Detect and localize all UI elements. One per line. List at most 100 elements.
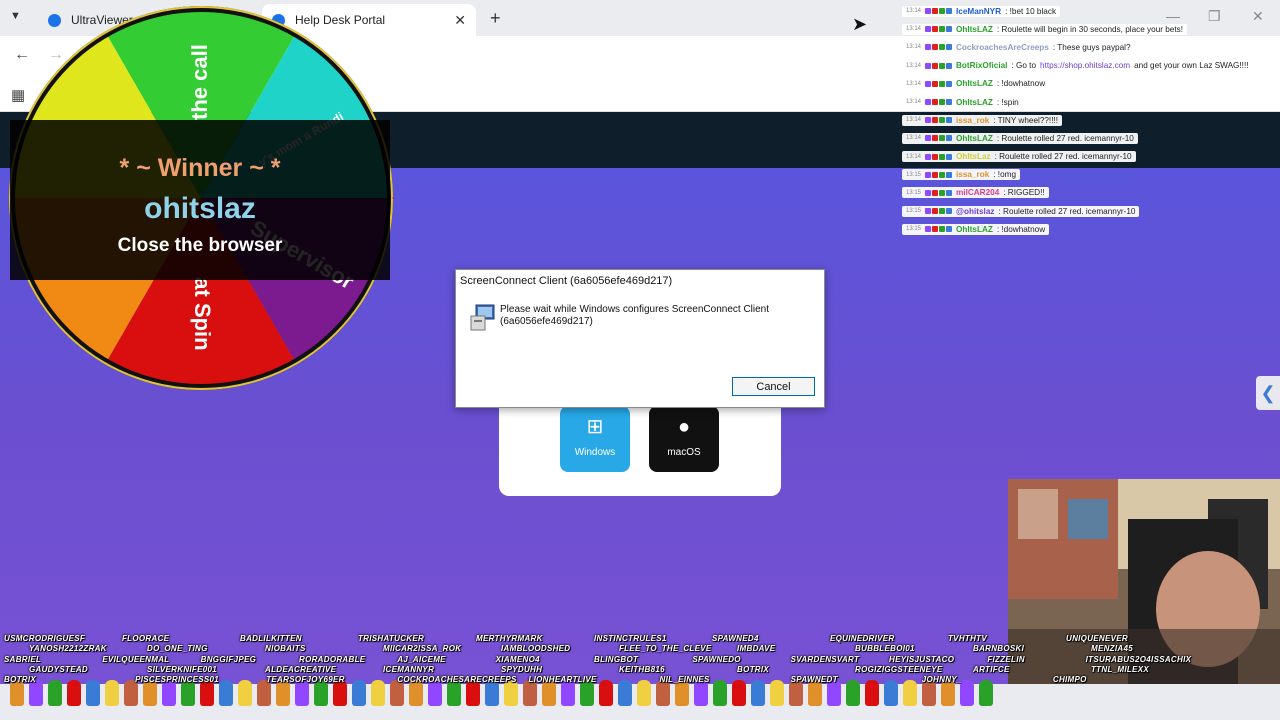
chat-username[interactable]: OhItsLAZ: [956, 25, 993, 34]
chat-text: : TINY wheel??!!!!: [993, 115, 1059, 125]
viewer-name: TTNL_MILEXX: [1091, 664, 1149, 674]
chat-message: 13:14 BotRixOficial: Go to https://shop.o…: [902, 57, 1272, 75]
chat-timestamp: 13:14: [906, 99, 922, 106]
winner-panel: * ~ Winner ~ * ohitslaz Close the browse…: [10, 120, 390, 280]
chat-username[interactable]: OhItsLAZ: [956, 98, 993, 107]
viewer-name: PISCESPRINCESS01: [135, 675, 220, 685]
chat-timestamp: 13:14: [906, 117, 922, 124]
chat-message: 13:15 issa_rok: !omg: [902, 166, 1272, 184]
viewer-name: MENZIA45: [1091, 644, 1133, 654]
chat-timestamp: 13:14: [906, 26, 922, 33]
dialog-title: ScreenConnect Client (6a6056efe469d217): [460, 275, 673, 287]
chat-badges-icon: [925, 208, 953, 215]
chat-text: : These guys paypal?: [1052, 42, 1131, 52]
viewer-name: FLEE_TO_THE_CLEVE: [619, 644, 712, 654]
chat-badges-icon: [925, 62, 953, 69]
chat-username[interactable]: @ohitslaz: [956, 207, 994, 216]
viewer-name: JOHNNY_: [921, 675, 962, 685]
chat-timestamp: 13:14: [906, 62, 922, 69]
chat-badges-icon: [925, 171, 953, 178]
chat-message: 13:14 issa_rok : TINY wheel??!!!!: [902, 111, 1272, 129]
chat-timestamp: 13:14: [906, 153, 922, 160]
chat-username[interactable]: issa_rok: [956, 170, 989, 179]
chat-badges-icon: [925, 153, 953, 160]
viewer-name: SPAWNEDO: [692, 654, 741, 664]
chat-message: 13:14 OhItsLAZ: Roulette will begin in 30…: [902, 20, 1272, 38]
viewer-name: MIICAR2ISSA_ROK: [383, 644, 462, 654]
viewer-name: XIAMENO4: [495, 654, 540, 664]
chat-timestamp: 13:15: [906, 189, 922, 196]
viewer-name: COCKROACHESARECREEPS: [397, 675, 517, 685]
chat-badges-icon: [925, 189, 953, 196]
side-panel-chevron-icon[interactable]: ❮: [1256, 376, 1280, 410]
chat-timestamp: 13:15: [906, 208, 922, 215]
chat-timestamp: 13:14: [906, 135, 922, 142]
viewer-name: IMBDAVE: [737, 644, 776, 654]
cancel-button[interactable]: Cancel: [732, 377, 815, 396]
viewer-name: EVILQUEENMAL: [102, 654, 170, 664]
chat-message: 13:15 OhItsLAZ: !dowhatnow: [902, 220, 1272, 238]
chat-username[interactable]: issa_rok: [956, 116, 989, 125]
winner-label: * ~ Winner ~ *: [119, 154, 281, 182]
viewer-name: EQUINEDRIVER: [830, 634, 895, 643]
viewer-name: IAMBLOODSHED: [501, 644, 571, 654]
chat-username[interactable]: OhItsLaz: [956, 152, 991, 161]
chat-text: : !dowhatnow: [996, 79, 1046, 89]
installer-icon: [470, 304, 495, 331]
viewer-name: BNGGIFJPEG: [200, 654, 257, 664]
chat-text: : Roulette rolled 27 red. icemannyr-10: [994, 152, 1132, 162]
chat-badges-icon: [925, 26, 953, 33]
chat-badges-icon: [925, 135, 953, 142]
chat-link[interactable]: https://shop.ohitslaz.com: [1040, 61, 1130, 70]
chat-text: : Roulette rolled 27 red. icemannyr-10: [998, 206, 1136, 216]
chat-username[interactable]: BotRixOficial: [956, 61, 1007, 70]
chat-text: : Roulette rolled 27 red. icemannyr-10: [996, 133, 1134, 143]
viewer-name: SABRIEL: [4, 654, 42, 664]
viewer-name: LIONHEARTLIVE: [528, 675, 597, 685]
viewer-name: UNIQUENEVER: [1066, 634, 1128, 643]
viewer-name: YANOSH2212ZRAK: [29, 644, 107, 654]
viewer-name: ARTIFCE: [973, 664, 1010, 674]
viewer-name: HEYISJUSTACO: [889, 654, 955, 664]
os-label: Windows: [574, 447, 616, 458]
viewer-name: ALDEACREATIVE: [265, 664, 337, 674]
chat-message: 13:15 @ohitslaz : Roulette rolled 27 red. …: [902, 202, 1272, 220]
macos-download-button[interactable]: ● macOS: [649, 406, 719, 472]
chat-timestamp: 13:14: [906, 8, 922, 15]
chat-message: 13:14 OhItsLaz: Roulette rolled 27 red. i…: [902, 148, 1272, 166]
winner-prize: Close the browser: [117, 235, 283, 256]
chat-username[interactable]: milCAR204: [956, 188, 999, 197]
viewer-name: TEARSOFJOY69ER: [266, 675, 345, 685]
os-download-card: ⊞ Windows ● macOS: [499, 396, 781, 496]
chat-timestamp: 13:14: [906, 44, 922, 51]
apple-icon: ●: [677, 416, 691, 438]
chat-badges-icon: [925, 99, 953, 106]
chat-badges-icon: [925, 8, 953, 15]
winner-name: ohitslaz: [144, 192, 256, 225]
chat-username[interactable]: OhItsLAZ: [956, 79, 993, 88]
chat-timestamp: 13:15: [906, 226, 922, 233]
wheel-segment-label: at Spin: [190, 277, 215, 350]
chat-text: and get your own Laz SWAG!!!!: [1134, 61, 1249, 71]
new-tab-button[interactable]: +: [490, 8, 501, 29]
viewer-name: CHIMPO: [1052, 675, 1087, 685]
chat-message: 13:14 IceManNYR: !bet 10 black: [902, 2, 1272, 20]
chat-username[interactable]: IceManNYR: [956, 7, 1001, 16]
chat-username[interactable]: OhItsLAZ: [956, 225, 993, 234]
viewer-name: DO_ONE_TING: [147, 644, 208, 654]
windows-icon: ⊞: [586, 416, 604, 438]
chat-badges-icon: [925, 226, 953, 233]
chat-text: : RIGGED!!: [1003, 188, 1045, 198]
viewer-name: SPAWNED4: [712, 634, 759, 643]
viewer-name: USMCRODRIGUESF: [4, 634, 86, 643]
viewer-name: ITSURABUS2O4ISSACHIX: [1085, 654, 1192, 664]
chat-username[interactable]: CockroachesAreCreeps: [956, 43, 1049, 52]
viewer-name: BUBBLEBOI01: [855, 644, 915, 654]
chat-username[interactable]: OhItsLAZ: [956, 134, 993, 143]
viewer-name: FLOORACE: [122, 634, 170, 643]
viewer-name: TRISHATUCKER: [358, 634, 425, 643]
windows-download-button[interactable]: ⊞ Windows: [560, 406, 630, 472]
close-tab-icon[interactable]: ✕: [454, 12, 466, 29]
viewer-names: USMCRODRIGUESF FLOORACE BADLILKITTEN TRISHA…: [0, 634, 1280, 684]
viewer-name: BOTRIX: [737, 664, 770, 674]
